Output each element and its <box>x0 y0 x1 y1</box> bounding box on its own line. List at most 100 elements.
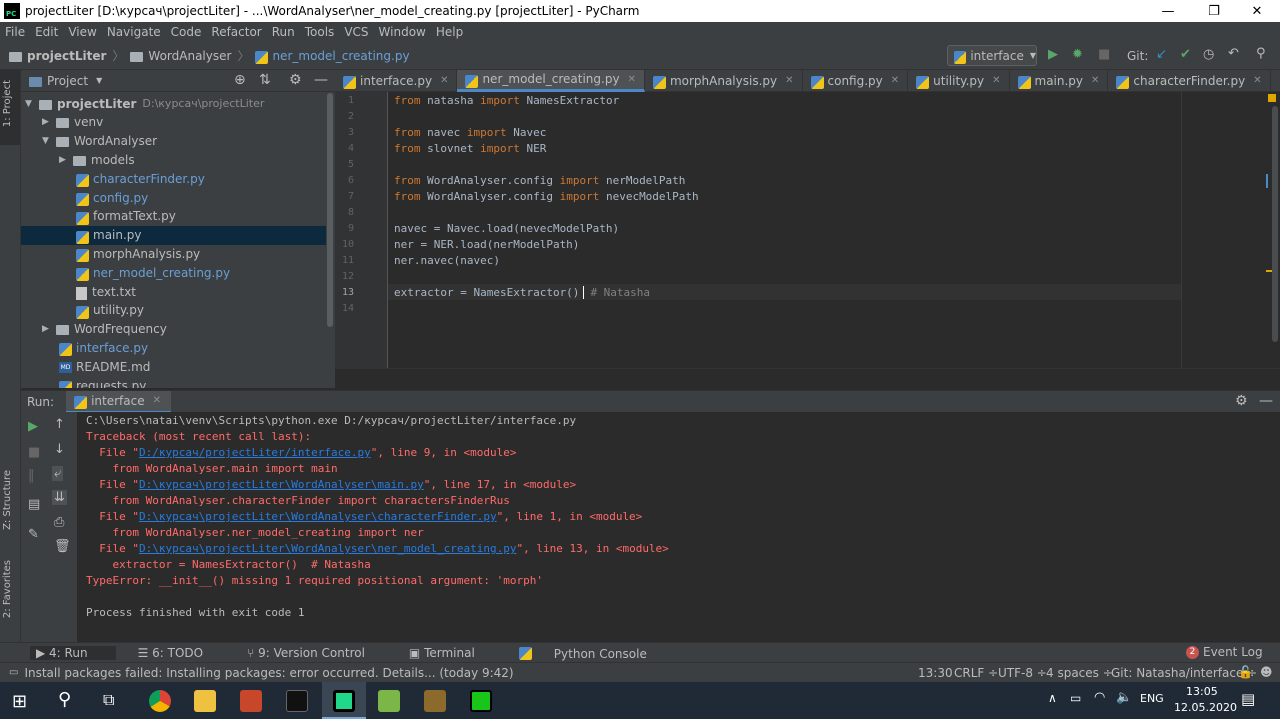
editor-tab[interactable]: characterFinder.py ✕ <box>1108 69 1271 92</box>
tree-item[interactable]: morphAnalysis.py <box>21 244 326 263</box>
scroll-end-icon[interactable]: ⇊ <box>52 490 67 505</box>
run-icon[interactable]: ▶ <box>1048 47 1058 62</box>
close-icon[interactable]: ✕ <box>891 75 899 86</box>
file-explorer-icon[interactable] <box>194 690 216 712</box>
caret-position[interactable]: 13:30 <box>918 666 953 680</box>
app-icon[interactable] <box>470 690 492 712</box>
gear-icon[interactable]: ⚙ <box>1235 393 1248 409</box>
lock-icon[interactable]: 🔓 <box>1238 665 1253 679</box>
bottom-tab-version-control[interactable]: ⑂ 9: Version Control <box>247 646 387 660</box>
tree-item[interactable]: requests.py <box>21 376 326 388</box>
chevron-right-icon[interactable]: ▶ <box>42 324 56 334</box>
hide-icon[interactable]: — <box>314 72 328 88</box>
traceback-link[interactable]: D:\курсач\projectLiter\WordAnalyser\char… <box>139 510 497 523</box>
project-tool-tab[interactable]: 1: Project <box>2 80 13 127</box>
project-panel-title[interactable]: Project <box>47 74 88 88</box>
editor-tab[interactable]: morphAnalysis.py ✕ <box>645 69 803 92</box>
tree-item[interactable]: ▼ WordAnalyser <box>21 132 326 151</box>
menu-edit[interactable]: Edit <box>30 25 63 39</box>
warning-marker-icon[interactable] <box>1268 94 1276 102</box>
menu-refactor[interactable]: Refactor <box>206 25 266 39</box>
up-icon[interactable]: ↑ <box>54 417 65 432</box>
minimize-button[interactable]: — <box>1145 0 1191 22</box>
close-icon[interactable]: ✕ <box>992 75 1000 86</box>
close-button[interactable]: ✕ <box>1234 0 1280 22</box>
rerun-icon[interactable]: ▶ <box>28 419 38 434</box>
close-icon[interactable]: ✕ <box>1253 75 1261 86</box>
editor-tab[interactable]: main.py ✕ <box>1010 69 1109 92</box>
run-console[interactable]: C:\Users\natai\venv\Scripts\python.exe D… <box>77 412 1280 642</box>
battery-icon[interactable]: ▭ <box>1070 691 1081 705</box>
tree-item[interactable]: formatText.py <box>21 207 326 226</box>
editor-tab[interactable]: config.py ✕ <box>803 69 909 92</box>
close-icon[interactable]: ✕ <box>1091 75 1099 86</box>
clock-date[interactable]: 12.05.2020 <box>1174 701 1237 714</box>
menu-help[interactable]: Help <box>431 25 468 39</box>
tree-item[interactable]: ▶ WordFrequency <box>21 320 326 339</box>
editor-tab[interactable]: interface.py ✕ <box>335 69 458 92</box>
app-icon[interactable] <box>424 690 446 712</box>
line-separator[interactable]: CRLF ÷ <box>954 666 998 680</box>
menu-vcs[interactable]: VCS <box>339 25 373 39</box>
windows-start-icon[interactable]: ⊞ <box>12 691 27 712</box>
locate-icon[interactable]: ⊕ <box>234 72 246 88</box>
favorites-tool-tab[interactable]: 2: Favorites <box>2 560 13 618</box>
chevron-right-icon[interactable]: ▶ <box>59 155 73 165</box>
language-indicator[interactable]: ENG <box>1140 692 1164 705</box>
traceback-link[interactable]: D:\курсач\projectLiter\WordAnalyser\ner_… <box>139 542 517 555</box>
menu-window[interactable]: Window <box>374 25 431 39</box>
bottom-tab-run[interactable]: ▶ 4: Run <box>30 645 116 660</box>
breadcrumb-project[interactable]: projectLiter <box>27 49 106 63</box>
search-icon[interactable]: ⚲ <box>1256 46 1266 61</box>
editor-tab[interactable]: ner_model_creating.py ✕ <box>457 69 645 92</box>
code-editor[interactable]: from natasha import NamesExtractor from … <box>388 92 1280 368</box>
pycharm-icon[interactable] <box>333 690 355 712</box>
chevron-down-icon[interactable]: ▼ <box>96 76 102 85</box>
tree-item[interactable]: main.py <box>21 225 326 245</box>
run-config-select[interactable]: interface ▼ <box>947 45 1037 66</box>
tree-item[interactable]: interface.py <box>21 338 326 357</box>
down-icon[interactable]: ↓ <box>54 442 65 457</box>
debug-icon[interactable]: ✹ <box>1072 47 1083 62</box>
tree-item[interactable]: text.txt <box>21 282 326 301</box>
editor-scrollbar[interactable] <box>1272 106 1278 342</box>
tree-item[interactable]: utility.py <box>21 301 326 320</box>
tree-item[interactable]: MD README.md <box>21 357 326 376</box>
volume-icon[interactable]: 🔈 <box>1116 690 1132 705</box>
git-update-icon[interactable]: ↙ <box>1156 47 1167 62</box>
chrome-icon[interactable] <box>149 690 171 712</box>
bottom-tab-terminal[interactable]: ▣ Terminal <box>409 646 497 660</box>
chevron-right-icon[interactable]: ▶ <box>42 117 56 127</box>
indent-setting[interactable]: 4 spaces ÷ <box>1046 666 1113 680</box>
pause-icon[interactable]: ‖ <box>28 468 35 483</box>
maximize-button[interactable]: ❐ <box>1191 0 1237 22</box>
chevron-down-icon[interactable]: ▼ <box>25 99 39 109</box>
soft-wrap-icon[interactable]: ⤶ <box>52 466 64 481</box>
close-icon[interactable]: ✕ <box>440 75 448 86</box>
chevron-down-icon[interactable]: ▼ <box>42 136 56 146</box>
traceback-link[interactable]: D:\курсач\projectLiter\WordAnalyser\main… <box>139 478 424 491</box>
collapse-icon[interactable]: ⇅ <box>259 72 271 88</box>
search-icon[interactable]: ⚲ <box>58 689 71 710</box>
hide-icon[interactable]: — <box>1259 393 1273 409</box>
git-branch[interactable]: Git: Natasha/interface ÷ <box>1111 666 1257 680</box>
trash-icon[interactable]: 🗑 <box>54 539 71 554</box>
menu-file[interactable]: File <box>0 25 30 39</box>
menu-navigate[interactable]: Navigate <box>102 25 166 39</box>
task-view-icon[interactable]: ⧉ <box>103 690 114 710</box>
history-icon[interactable]: ◷ <box>1203 47 1214 62</box>
tree-item[interactable]: ▶ models <box>21 150 326 169</box>
close-icon[interactable]: ✕ <box>153 395 161 406</box>
tree-item[interactable]: ner_model_creating.py <box>21 263 326 282</box>
breadcrumb-folder[interactable]: WordAnalyser <box>148 49 231 63</box>
pin-icon[interactable]: ✎ <box>28 527 39 542</box>
notepad-icon[interactable] <box>378 690 400 712</box>
git-commit-icon[interactable]: ✔ <box>1180 47 1191 62</box>
tray-expand-icon[interactable]: ∧ <box>1048 691 1057 705</box>
stop-icon[interactable]: ■ <box>28 445 40 460</box>
rollback-icon[interactable]: ↶ <box>1228 46 1239 61</box>
tree-item[interactable]: characterFinder.py <box>21 169 326 188</box>
stop-icon[interactable]: ■ <box>1098 47 1110 62</box>
menu-tools[interactable]: Tools <box>300 25 340 39</box>
wifi-icon[interactable]: ◠ <box>1094 690 1105 705</box>
